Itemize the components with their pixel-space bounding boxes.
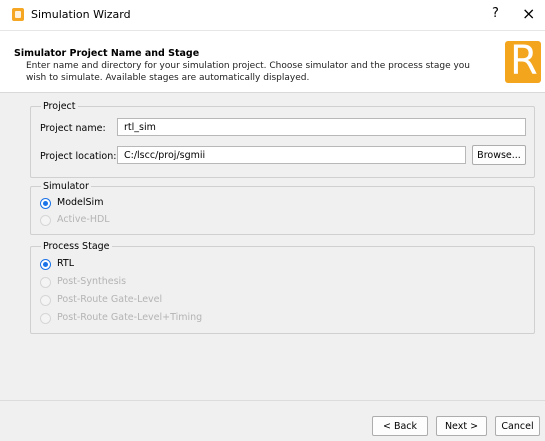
radio-button-disabled[interactable]	[40, 215, 51, 226]
title-bar: Simulation Wizard ? ×	[0, 0, 545, 31]
project-location-label: Project location:	[40, 151, 117, 162]
footer-divider	[0, 400, 545, 401]
page-description: Enter name and directory for your simula…	[26, 61, 470, 83]
radio-label-modelsim: ModelSim	[57, 197, 104, 208]
radio-label-active-hdl: Active-HDL	[57, 214, 110, 225]
back-button[interactable]: < Back	[372, 416, 428, 436]
radio-label-post-route-gate-level: Post-Route Gate-Level	[57, 294, 163, 305]
wizard-header: Simulator Project Name and Stage Enter n…	[0, 31, 545, 93]
browse-button[interactable]: Browse...	[472, 145, 526, 165]
process-stage-group-title: Process Stage	[43, 241, 110, 252]
window-title: Simulation Wizard	[31, 8, 131, 21]
logo-letter: R	[510, 41, 538, 83]
radio-button-checked[interactable]	[40, 198, 51, 209]
app-icon	[12, 8, 24, 21]
radio-button-disabled[interactable]	[40, 295, 51, 306]
simulator-group: Simulator	[30, 181, 535, 235]
radio-button-disabled[interactable]	[40, 313, 51, 324]
simulator-group-title: Simulator	[43, 181, 89, 192]
radio-label-post-route-gate-level-timing: Post-Route Gate-Level+Timing	[57, 312, 203, 323]
project-name-label: Project name:	[40, 123, 106, 134]
radio-button-disabled[interactable]	[40, 277, 51, 288]
radio-label-post-synthesis: Post-Synthesis	[57, 276, 127, 287]
radio-button-checked[interactable]	[40, 259, 51, 270]
cancel-button[interactable]: Cancel	[495, 416, 540, 436]
project-group: Project	[30, 101, 535, 178]
radiant-logo-icon: R	[505, 41, 541, 83]
close-button[interactable]: ×	[522, 4, 535, 23]
project-location-input[interactable]	[117, 146, 466, 164]
next-button[interactable]: Next >	[436, 416, 487, 436]
page-title: Simulator Project Name and Stage	[14, 48, 200, 59]
radio-label-rtl: RTL	[57, 258, 75, 269]
project-name-input[interactable]	[117, 118, 526, 136]
help-button[interactable]: ?	[492, 6, 499, 21]
project-group-title: Project	[43, 101, 76, 112]
